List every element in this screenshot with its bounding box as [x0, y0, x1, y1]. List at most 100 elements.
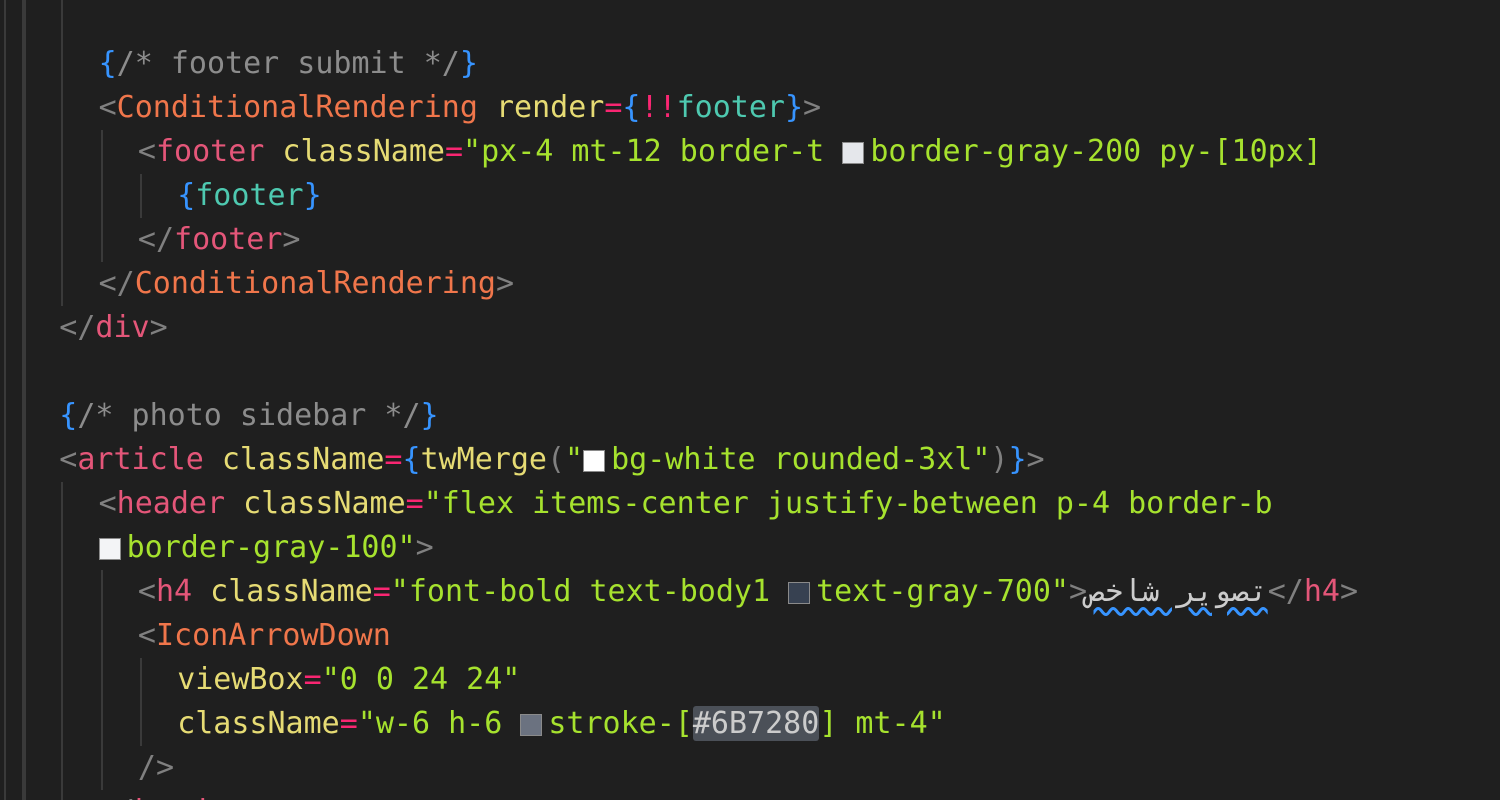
color-swatch[interactable]: [583, 450, 606, 472]
code-token: ] mt-4": [819, 706, 946, 741]
code-token: <: [137, 618, 156, 653]
code-token: =: [384, 442, 403, 477]
code-token: /* photo sidebar */: [77, 398, 421, 433]
code-token: {: [622, 90, 641, 125]
code-line[interactable]: </ConditionalRendering>: [99, 262, 514, 306]
color-swatch[interactable]: [842, 142, 865, 164]
code-token: className: [221, 442, 385, 477]
code-token: className: [177, 706, 340, 741]
code-line[interactable]: />: [138, 746, 174, 790]
code-token: {: [59, 398, 78, 433]
code-token: className: [282, 134, 445, 169]
code-token: >: [803, 90, 822, 125]
code-token: >: [149, 310, 168, 345]
code-token: <: [137, 134, 156, 169]
code-token: ConditionalRendering: [116, 90, 478, 125]
indent-guide: [139, 658, 142, 746]
code-token: }: [1008, 442, 1027, 477]
code-token: >: [495, 266, 515, 301]
code-token: div: [95, 310, 150, 345]
code-token: <: [59, 442, 78, 477]
code-line[interactable]: className="w-6 h-6 stroke-[#6B7280] mt-4…: [177, 702, 946, 746]
indent-guide: [4, 0, 6, 800]
code-token: "w-6 h-6: [357, 706, 521, 741]
code-token: =: [303, 662, 322, 697]
code-line[interactable]: </footer>: [138, 218, 301, 262]
code-token: footer: [155, 134, 265, 169]
code-token: }: [784, 90, 804, 125]
code-token: h4: [1303, 574, 1340, 609]
color-swatch[interactable]: [98, 538, 121, 560]
code-token: </: [137, 222, 175, 257]
code-line[interactable]: {/* footer submit */}: [99, 42, 478, 86]
selected-token: #6B7280: [692, 706, 820, 741]
code-token: article: [77, 442, 204, 477]
code-token: />: [137, 750, 175, 785]
rtl-text-token: تصویر شاخص: [1087, 574, 1268, 609]
code-token: >: [415, 530, 434, 565]
code-token: >: [1069, 574, 1088, 609]
code-token: "font-bold text-body1: [390, 574, 789, 609]
code-token: </: [59, 310, 96, 345]
code-token: bg-white rounded-3xl": [611, 442, 991, 477]
code-token: =: [372, 574, 391, 609]
color-swatch[interactable]: [788, 582, 811, 604]
code-token: {: [98, 46, 117, 81]
code-line[interactable]: <footer className="px-4 mt-12 border-t b…: [138, 130, 1322, 174]
code-line[interactable]: {footer}: [177, 174, 322, 218]
code-token: </: [99, 794, 135, 800]
code-token: h4: [155, 574, 193, 609]
code-token: stroke-[: [548, 706, 693, 741]
color-swatch[interactable]: [520, 714, 543, 736]
code-token: ): [990, 442, 1009, 477]
code-token: {: [402, 442, 421, 477]
code-token: <: [98, 486, 117, 521]
code-token: <: [98, 90, 117, 125]
code-editor[interactable]: {/* footer submit */} <ConditionalRenderi…: [0, 0, 1500, 800]
code-line[interactable]: <IconArrowDown: [138, 614, 391, 658]
code-token: header: [135, 794, 243, 800]
code-token: footer: [676, 90, 785, 125]
code-token: =: [444, 134, 464, 169]
code-line[interactable]: </div>: [59, 306, 167, 350]
code-token: >: [1026, 442, 1045, 477]
code-token: >: [243, 794, 261, 800]
code-token: border-gray-200 py-[10px]: [870, 134, 1322, 169]
code-token: "flex items-center justify-between p-4 b…: [423, 486, 1273, 521]
code-token: {: [177, 178, 196, 213]
code-token: <: [137, 574, 156, 609]
code-token: twMerge: [420, 442, 547, 477]
code-line[interactable]: <header className="flex items-center jus…: [99, 482, 1273, 526]
code-line[interactable]: border-gray-100">: [98, 526, 434, 570]
code-line[interactable]: viewBox="0 0 24 24": [177, 658, 520, 702]
code-token: border-gray-100": [126, 530, 416, 565]
code-token: (: [546, 442, 566, 477]
code-token: text-gray-700": [816, 574, 1069, 609]
code-line[interactable]: <ConditionalRendering render={!!footer}>: [99, 86, 821, 130]
code-token: }: [459, 46, 478, 81]
code-line[interactable]: </header>: [99, 790, 262, 800]
indent-guide: [24, 0, 26, 800]
code-line[interactable]: <h4 className="font-bold text-body1 text…: [138, 570, 1358, 614]
code-line[interactable]: {/* photo sidebar */}: [59, 394, 438, 438]
code-token: }: [420, 398, 439, 433]
code-token: /* footer submit */: [116, 46, 460, 81]
code-token: ": [565, 442, 584, 477]
indent-guide: [139, 174, 142, 218]
code-token: "px-4 mt-12 border-t: [463, 134, 843, 169]
code-token: }: [303, 178, 322, 213]
code-token: render: [495, 90, 605, 125]
code-token: </: [1267, 574, 1304, 609]
code-token: IconArrowDown: [155, 618, 391, 653]
code-token: =: [604, 90, 623, 125]
code-token: footer: [174, 222, 283, 257]
code-token: "0 0 24 24": [321, 662, 521, 697]
indent-guide: [100, 130, 103, 262]
code-line[interactable]: <article className={twMerge(" bg-white ro…: [59, 438, 1044, 482]
code-token: !!: [640, 90, 677, 125]
code-token: >: [1339, 574, 1358, 609]
